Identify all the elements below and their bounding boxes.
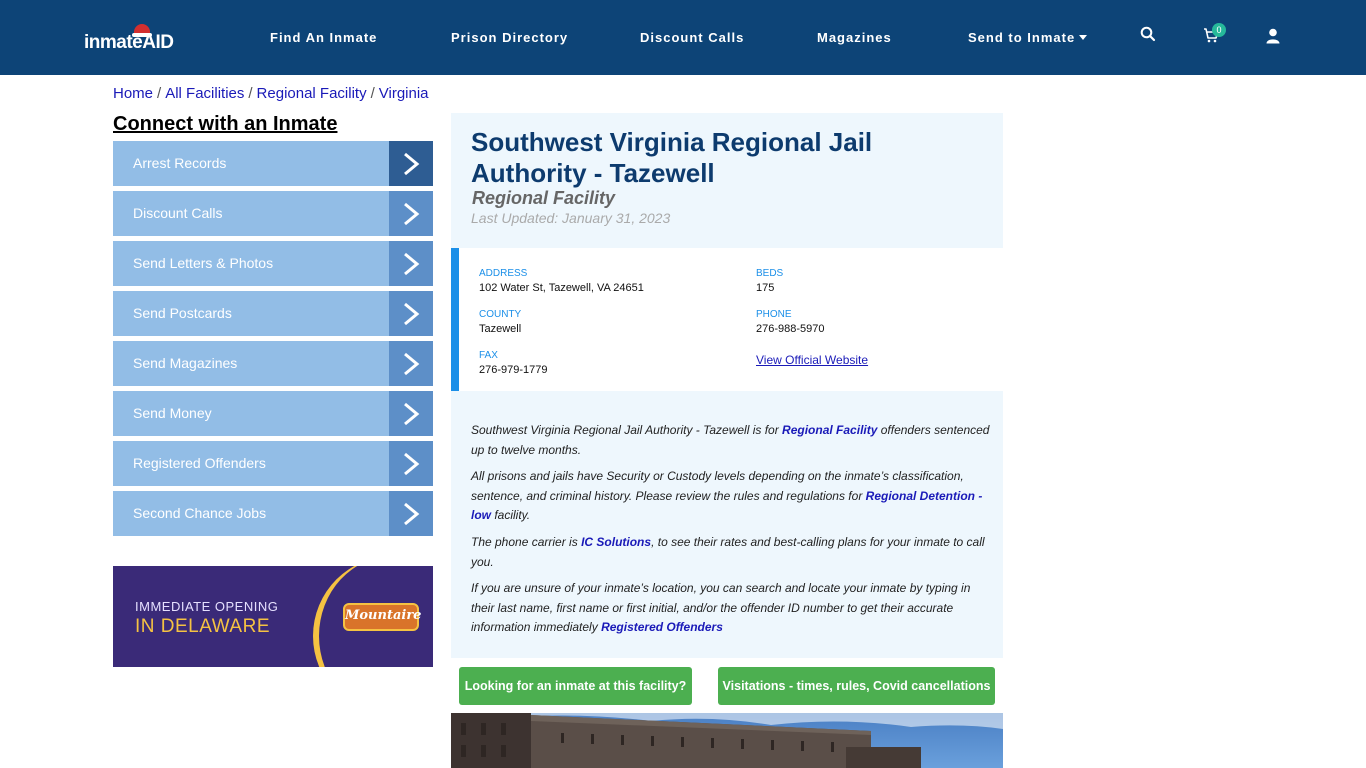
ad-line-2: IN DELAWARE	[135, 616, 271, 637]
sidebar-item-label: Second Chance Jobs	[133, 505, 267, 521]
sidebar-item-label: Send Magazines	[133, 355, 238, 371]
beds-value: 175	[756, 282, 775, 294]
breadcrumb-home[interactable]: Home	[113, 85, 153, 102]
inmateaid-logo[interactable]: inmateAID	[84, 22, 184, 58]
nav-prison-directory[interactable]: Prison Directory	[451, 30, 568, 45]
sidebar-item-label: Send Money	[133, 405, 212, 421]
desc-text: facility.	[491, 508, 531, 522]
search-icon[interactable]	[1140, 26, 1160, 46]
sidebar-item-send-letters-photos[interactable]: Send Letters & Photos	[113, 241, 433, 286]
sidebar-item-label: Send Letters & Photos	[133, 255, 274, 271]
nav-send-to-inmate[interactable]: Send to Inmate	[968, 30, 1088, 45]
description-paragraph-3: The phone carrier is IC Solutions, to se…	[471, 533, 995, 572]
sidebar-title: Connect with an Inmate	[113, 113, 338, 135]
fax-label: FAX	[479, 350, 498, 361]
chevron-right-icon	[389, 141, 433, 186]
description-paragraph-2: All prisons and jails have Security or C…	[471, 467, 995, 526]
sidebar-item-label: Registered Offenders	[133, 455, 266, 471]
phone-value: 276-988-5970	[756, 323, 825, 335]
page-title: Southwest Virginia Regional Jail Authori…	[471, 127, 873, 188]
breadcrumb-separator: /	[157, 85, 162, 102]
breadcrumb: Home / All Facilities / Regional Facility / Vi…	[113, 85, 429, 102]
chevron-right-icon	[389, 491, 433, 536]
regional-facility-link[interactable]: Regional Facility	[782, 423, 877, 437]
breadcrumb-all-facilities[interactable]: All Facilities	[165, 85, 244, 102]
chevron-down-icon	[1079, 35, 1088, 41]
county-label: COUNTY	[479, 309, 522, 320]
user-icon[interactable]	[1266, 28, 1286, 48]
sidebar-item-second-chance-jobs[interactable]: Second Chance Jobs	[113, 491, 433, 536]
ic-solutions-link[interactable]: IC Solutions	[581, 535, 651, 549]
facility-photo	[451, 713, 1003, 768]
ad-line-1: IMMEDIATE OPENING	[135, 599, 279, 614]
sidebar-item-label: Send Postcards	[133, 305, 232, 321]
sidebar-item-label: Arrest Records	[133, 155, 227, 171]
sidebar-item-arrest-records[interactable]: Arrest Records	[113, 141, 433, 186]
sidebar-item-send-postcards[interactable]: Send Postcards	[113, 291, 433, 336]
chevron-right-icon	[389, 191, 433, 236]
phone-label: PHONE	[756, 309, 792, 320]
beds-label: BEDS	[756, 268, 784, 279]
cart-count-badge: 0	[1212, 23, 1226, 37]
description-paragraph-1: Southwest Virginia Regional Jail Authori…	[471, 421, 995, 460]
description-paragraph-4: If you are unsure of your inmate’s locat…	[471, 579, 995, 638]
fax-value: 276-979-1779	[479, 364, 548, 376]
visitations-button[interactable]: Visitations - times, rules, Covid cancel…	[718, 667, 995, 705]
sidebar-item-discount-calls[interactable]: Discount Calls	[113, 191, 433, 236]
breadcrumb-virginia[interactable]: Virginia	[379, 85, 429, 102]
nav-discount-calls[interactable]: Discount Calls	[640, 30, 744, 45]
nav-magazines[interactable]: Magazines	[817, 30, 892, 45]
logo-text: inmateAID	[84, 32, 174, 53]
chevron-right-icon	[389, 391, 433, 436]
registered-offenders-link[interactable]: Registered Offenders	[601, 620, 723, 634]
chevron-right-icon	[389, 291, 433, 336]
sidebar-item-send-money[interactable]: Send Money	[113, 391, 433, 436]
sidebar-item-label: Discount Calls	[133, 205, 223, 221]
top-navbar: inmateAID Find An Inmate Prison Director…	[0, 0, 1366, 75]
breadcrumb-separator: /	[370, 85, 375, 102]
job-ad-banner[interactable]: IMMEDIATE OPENING IN DELAWARE Mountaire	[113, 566, 433, 667]
nav-send-to-inmate-label: Send to Inmate	[968, 30, 1076, 45]
chevron-right-icon	[389, 241, 433, 286]
county-value: Tazewell	[479, 323, 522, 335]
official-website-link[interactable]: View Official Website	[756, 353, 868, 367]
desc-text: The phone carrier is	[471, 535, 582, 549]
desc-text: Southwest Virginia Regional Jail Authori…	[471, 423, 783, 437]
looking-for-inmate-button[interactable]: Looking for an inmate at this facility?	[459, 667, 692, 705]
sidebar-item-registered-offenders[interactable]: Registered Offenders	[113, 441, 433, 486]
nav-find-an-inmate[interactable]: Find An Inmate	[270, 30, 377, 45]
address-label: ADDRESS	[479, 268, 528, 279]
facility-type: Regional Facility	[472, 188, 616, 208]
sidebar-item-send-magazines[interactable]: Send Magazines	[113, 341, 433, 386]
chevron-right-icon	[389, 441, 433, 486]
address-value: 102 Water St, Tazewell, VA 24651	[479, 282, 644, 294]
breadcrumb-separator: /	[248, 85, 253, 102]
ad-brand-logo: Mountaire	[343, 603, 421, 631]
last-updated: Last Updated: January 31, 2023	[471, 210, 671, 226]
chevron-right-icon	[389, 341, 433, 386]
breadcrumb-regional-facility[interactable]: Regional Facility	[257, 85, 367, 102]
